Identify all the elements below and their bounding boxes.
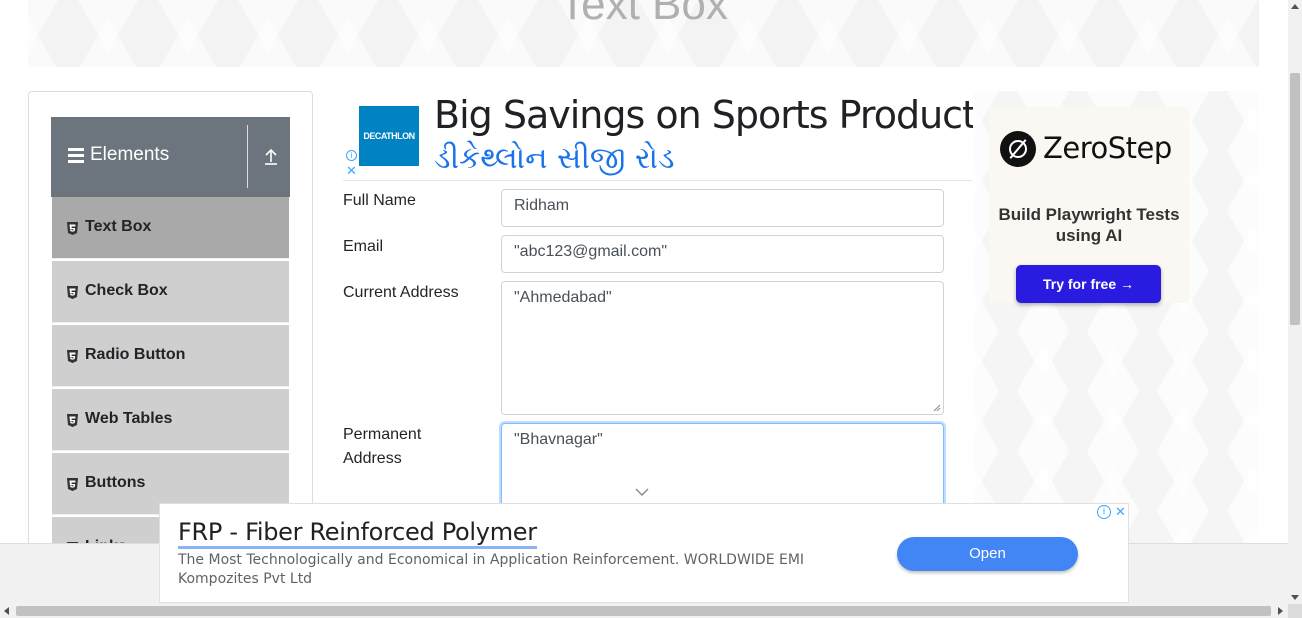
group-title: Elements [90, 144, 170, 165]
zerostep-logo-icon [1000, 131, 1036, 167]
html5-icon [67, 222, 78, 235]
full-name-input[interactable]: Ridham [501, 189, 944, 227]
open-button[interactable]: Open [897, 537, 1078, 571]
zerostep-brand: ZeroStep [1043, 131, 1172, 165]
page-banner: Text Box [28, 0, 1259, 67]
current-address-value: "Ahmedabad" [514, 289, 612, 306]
top-advertisement[interactable]: DECATHLON Big Savings on Sports Products… [343, 91, 973, 181]
current-address-label: Current Address [343, 284, 459, 301]
chevron-down-icon[interactable] [635, 488, 649, 497]
permanent-address-label: Permanent Address [343, 426, 422, 467]
ad-subline[interactable]: ડીકેથ્લોન સીજી રોડ [434, 141, 675, 176]
sidebar-item-text-box[interactable]: Text Box [52, 197, 289, 259]
vertical-scrollbar[interactable] [1288, 0, 1302, 604]
html5-icon [67, 350, 78, 363]
ad-headline[interactable]: Big Savings on Sports Products [434, 93, 973, 137]
scroll-up-arrow-icon[interactable] [1291, 4, 1299, 9]
horizontal-scrollbar[interactable] [0, 604, 1288, 618]
full-name-label: Full Name [343, 192, 416, 209]
sidebar-item-check-box[interactable]: Check Box [52, 261, 289, 323]
vertical-scroll-thumb[interactable] [1290, 73, 1300, 325]
scroll-left-arrow-icon[interactable] [4, 607, 9, 615]
horizontal-scroll-thumb[interactable] [16, 606, 1271, 616]
scroll-right-arrow-icon[interactable] [1278, 607, 1283, 615]
page-viewport: Text Box Elements Text Box Check Box Rad… [0, 0, 1288, 604]
zerostep-ad-card[interactable]: ZeroStep Build Playwright Tests using AI… [989, 107, 1189, 303]
bottom-ad-description: The Most Technologically and Economical … [178, 552, 805, 587]
ad-close-icon[interactable]: ✕ [346, 164, 357, 177]
ad-info-icon[interactable]: i [346, 150, 357, 161]
hamburger-icon [68, 148, 84, 163]
decathlon-logo: DECATHLON [359, 106, 419, 166]
header-divider [247, 125, 248, 188]
bottom-advertisement[interactable]: FRP - Fiber Reinforced Polymer The Most … [159, 503, 1129, 603]
permanent-address-value: "Bhavnagar" [514, 431, 603, 448]
sidebar-item-web-tables[interactable]: Web Tables [52, 389, 289, 451]
scroll-down-arrow-icon[interactable] [1291, 595, 1299, 600]
sidebar-item-label: Web Tables [85, 410, 173, 427]
email-label: Email [343, 238, 384, 255]
try-for-free-button[interactable]: Try for free → [1016, 265, 1161, 303]
sidebar-item-label: Radio Button [85, 346, 186, 363]
scrollbar-corner [1288, 604, 1302, 618]
ad-close-icon[interactable]: ✕ [1113, 504, 1128, 519]
current-address-textarea[interactable]: "Ahmedabad" [501, 281, 944, 415]
ad-info-icon[interactable]: i [1097, 505, 1111, 519]
resize-grip-icon[interactable] [933, 404, 941, 412]
sidebar-item-label: Check Box [85, 282, 168, 299]
html5-icon [67, 478, 78, 491]
sidebar-item-radio-button[interactable]: Radio Button [52, 325, 289, 387]
elements-group-header[interactable]: Elements [51, 117, 290, 197]
zerostep-tagline: Build Playwright Tests using AI [998, 205, 1180, 245]
bottom-ad-title[interactable]: FRP - Fiber Reinforced Polymer [178, 518, 537, 549]
email-input[interactable]: "abc123@gmail.com" [501, 235, 944, 273]
collapse-arrow-icon[interactable] [263, 147, 279, 167]
html5-icon [67, 286, 78, 299]
html5-icon [67, 414, 78, 427]
sidebar-item-label: Buttons [85, 474, 146, 491]
page-title: Text Box [559, 0, 728, 29]
sidebar-item-label: Text Box [85, 218, 152, 235]
